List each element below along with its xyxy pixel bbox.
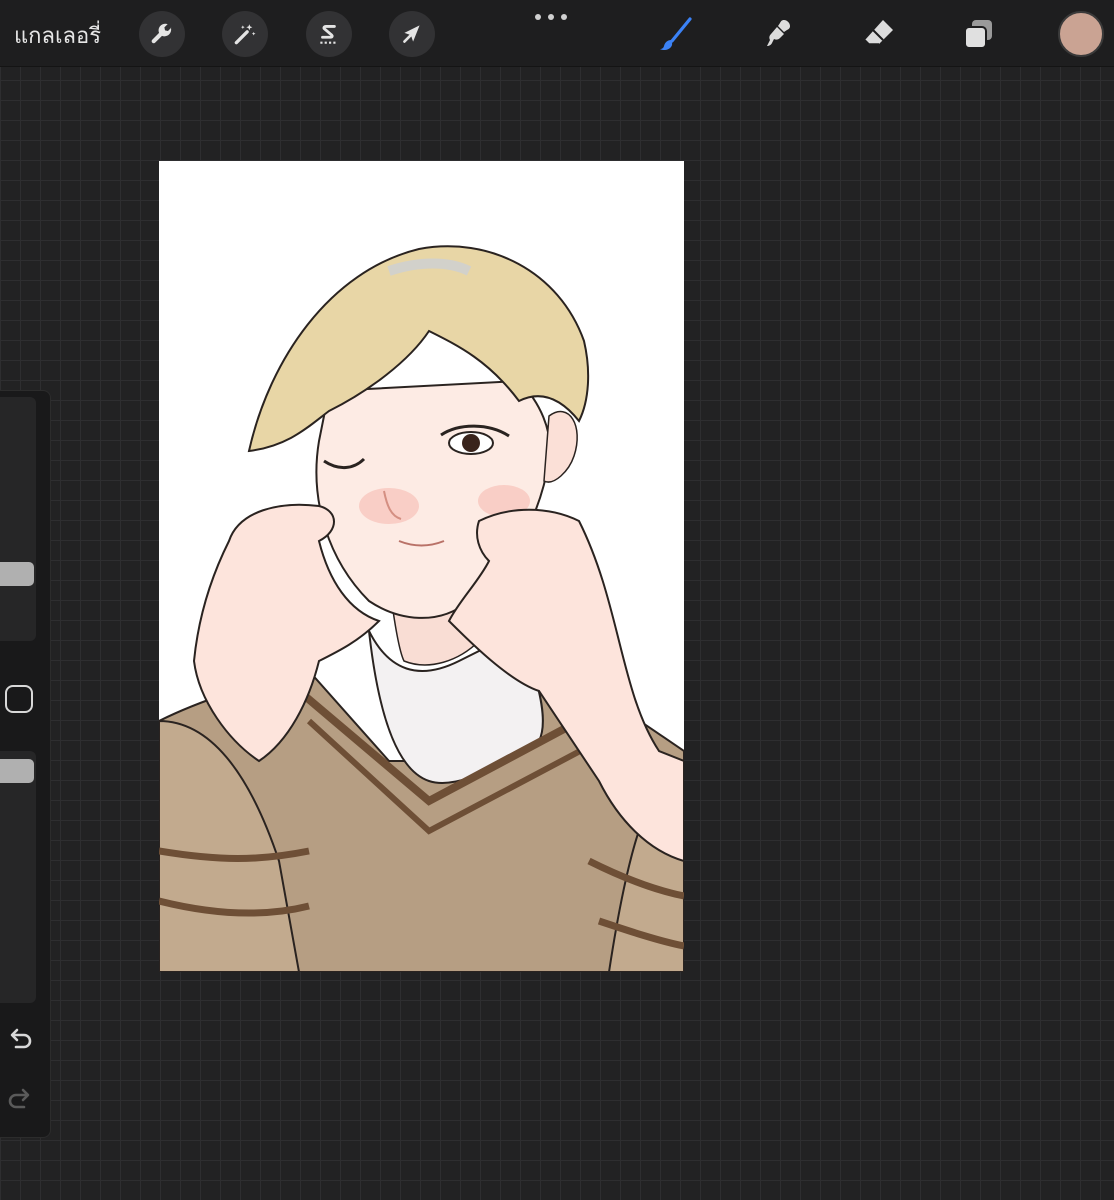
transform-arrow-icon	[403, 25, 420, 43]
gallery-button[interactable]: แกลเลอรี่	[14, 18, 101, 53]
brush-size-thumb[interactable]	[0, 562, 34, 586]
wrench-icon	[151, 23, 172, 44]
opacity-slider[interactable]	[0, 751, 36, 1003]
transform-button[interactable]	[389, 11, 435, 57]
brush-size-slider[interactable]	[0, 397, 36, 641]
eraser-tool-button[interactable]	[857, 12, 901, 56]
selection-button[interactable]	[306, 11, 352, 57]
actions-button[interactable]	[139, 11, 185, 57]
color-picker-swatch[interactable]	[1058, 11, 1104, 57]
top-toolbar: แกลเลอรี่	[0, 0, 1114, 67]
modify-square-icon[interactable]	[5, 685, 33, 713]
brush-icon	[660, 17, 692, 51]
layers-button[interactable]	[957, 12, 1001, 56]
undo-icon	[10, 1028, 32, 1049]
layers-icon	[964, 20, 992, 49]
adjustments-button[interactable]	[222, 11, 268, 57]
more-dots-icon[interactable]	[535, 14, 567, 22]
redo-icon	[8, 1088, 30, 1109]
opacity-thumb[interactable]	[0, 759, 34, 783]
smudge-icon	[767, 20, 790, 46]
redo-button[interactable]	[5, 1085, 35, 1115]
smudge-tool-button[interactable]	[756, 12, 800, 56]
magic-wand-icon	[234, 24, 256, 45]
artwork-illustration	[159, 245, 684, 972]
eraser-icon	[864, 20, 893, 45]
left-sidebar	[0, 390, 51, 1138]
undo-button[interactable]	[5, 1025, 35, 1055]
brush-tool-button[interactable]	[654, 12, 698, 56]
drawing-canvas[interactable]	[159, 161, 684, 972]
selection-s-icon	[320, 25, 336, 44]
